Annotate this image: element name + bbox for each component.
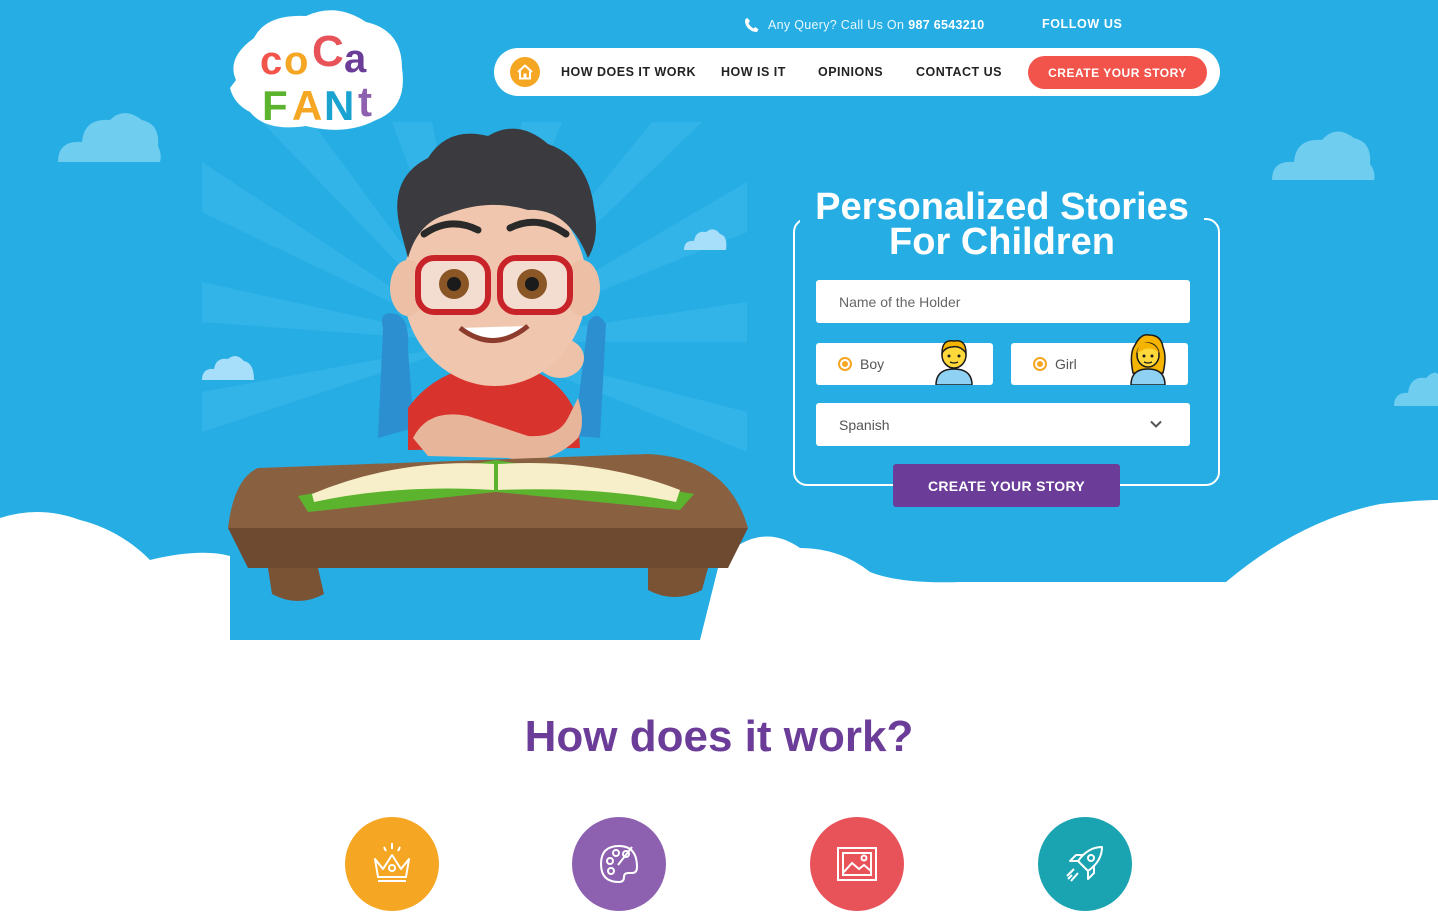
nav-how-is-it[interactable]: HOW IS IT <box>721 65 786 79</box>
nav-contact-us[interactable]: CONTACT US <box>916 65 1002 79</box>
phone-icon <box>745 18 759 32</box>
hero-section: c o C a F A N t Any Query? Call Us On 98… <box>0 0 1438 640</box>
phone-number[interactable]: 987 6543210 <box>908 18 984 32</box>
svg-text:A: A <box>292 82 322 129</box>
svg-text:N: N <box>324 82 354 129</box>
girl-radio[interactable] <box>1033 357 1047 371</box>
language-selected-value: Spanish <box>839 416 890 433</box>
step-palette <box>572 817 666 911</box>
girl-avatar-icon <box>1130 333 1166 385</box>
step-image <box>810 817 904 911</box>
boy-avatar-icon <box>935 340 973 385</box>
svg-text:o: o <box>284 39 308 83</box>
query-text: Any Query? Call Us On <box>768 18 905 32</box>
home-icon <box>517 64 533 80</box>
contact-bar: Any Query? Call Us On 987 6543210 <box>744 17 985 33</box>
cocofant-logo: c o C a F A N t <box>230 10 403 130</box>
step-crown <box>345 817 439 911</box>
hero-title-line2: For Children <box>889 221 1115 263</box>
boy-label: Boy <box>860 356 885 372</box>
palette-icon <box>599 844 639 884</box>
rocket-icon <box>1066 846 1103 882</box>
girl-label: Girl <box>1055 356 1077 372</box>
how-it-works-heading: How does it work? <box>524 712 914 761</box>
page: c o C a F A N t Any Query? Call Us On 98… <box>0 0 1438 924</box>
svg-text:t: t <box>358 78 372 125</box>
boy-option[interactable]: Boy <box>816 340 993 385</box>
crown-icon <box>374 843 410 882</box>
svg-text:C: C <box>312 27 344 76</box>
svg-text:c: c <box>260 39 282 83</box>
hero-title-line1: Personalized Stories <box>815 186 1189 228</box>
follow-us-label: FOLLOW US <box>1042 17 1123 31</box>
language-select[interactable]: Spanish <box>816 403 1190 446</box>
home-button[interactable] <box>510 57 540 87</box>
image-icon <box>837 847 877 881</box>
hero-title: Personalized Stories For Children <box>800 186 1204 264</box>
chevron-down-icon <box>1150 420 1162 428</box>
svg-text:F: F <box>262 82 288 129</box>
nav-create-story-button[interactable]: CREATE YOUR STORY <box>1028 56 1207 89</box>
holder-name-input[interactable] <box>816 280 1190 323</box>
nav-how-does-it-work[interactable]: HOW DOES IT WORK <box>561 65 696 79</box>
boy-radio[interactable] <box>838 357 852 371</box>
boy-reading-illustration <box>228 128 748 601</box>
create-story-submit-button[interactable]: CREATE YOUR STORY <box>893 464 1120 507</box>
nav-opinions[interactable]: OPINIONS <box>818 65 883 79</box>
step-rocket <box>1038 817 1132 911</box>
svg-text:a: a <box>344 37 367 81</box>
girl-option[interactable]: Girl <box>1011 333 1188 385</box>
main-nav: HOW DOES IT WORK HOW IS IT OPINIONS CONT… <box>494 48 1220 96</box>
